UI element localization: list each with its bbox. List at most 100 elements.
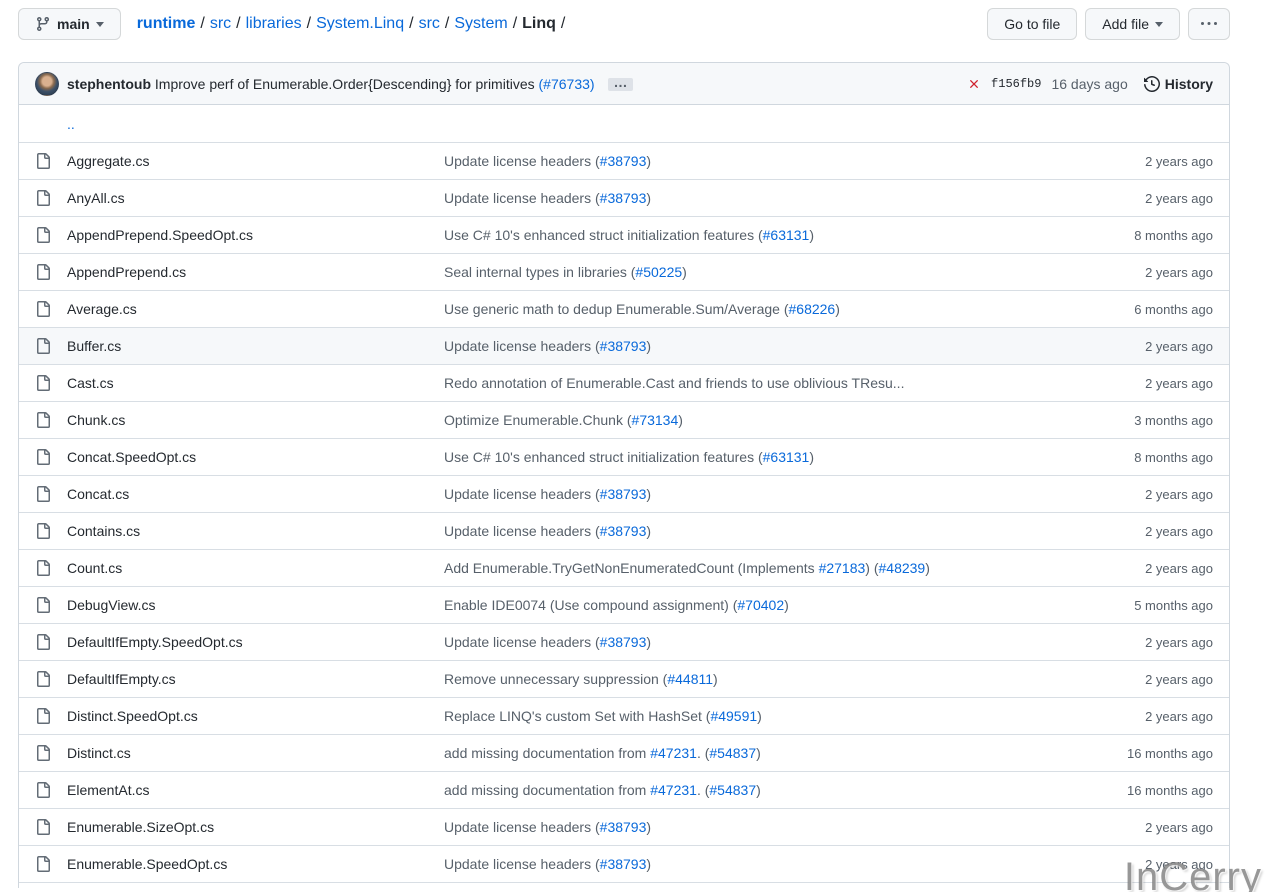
file-name-link[interactable]: Count.cs (67, 560, 428, 576)
file-name-link[interactable]: AnyAll.cs (67, 190, 428, 206)
issue-link[interactable]: #49591 (710, 708, 757, 724)
issue-link[interactable]: #38793 (600, 486, 647, 502)
issue-link[interactable]: #63131 (763, 449, 810, 465)
file-name-link[interactable]: Buffer.cs (67, 338, 428, 354)
file-name-link[interactable]: Average.cs (67, 301, 428, 317)
file-name-link[interactable]: Cast.cs (67, 375, 428, 391)
issue-link[interactable]: #27183 (819, 560, 866, 576)
file-name-link[interactable]: Contains.cs (67, 523, 428, 539)
file-name-link[interactable]: Distinct.cs (67, 745, 428, 761)
message-text: ) (835, 301, 840, 317)
go-to-file-button[interactable]: Go to file (987, 8, 1077, 40)
commit-message: Enable IDE0074 (Use compound assignment)… (444, 597, 1057, 613)
table-row-parent: .. (19, 105, 1229, 142)
issue-link[interactable]: #73134 (632, 412, 679, 428)
commit-author-link[interactable]: stephentoub (67, 76, 151, 92)
issue-link[interactable]: #44811 (667, 671, 713, 687)
commit-message-link[interactable]: Improve perf of Enumerable.Order{Descend… (155, 76, 535, 92)
issue-link[interactable]: #38793 (600, 338, 647, 354)
issue-link[interactable]: #38793 (600, 523, 647, 539)
commit-date: 2 years ago (1073, 154, 1213, 169)
history-button[interactable]: History (1144, 76, 1213, 92)
parent-directory-link[interactable]: .. (67, 116, 428, 132)
commit-date: 5 months ago (1073, 598, 1213, 613)
file-icon (35, 227, 51, 243)
message-text: ) (646, 153, 651, 169)
branch-selector-button[interactable]: main (18, 8, 121, 40)
issue-link[interactable]: #47231 (650, 745, 697, 761)
breadcrumb-separator: / (561, 15, 565, 32)
file-name-link[interactable]: Concat.SpeedOpt.cs (67, 449, 428, 465)
issue-link[interactable]: #47231 (650, 782, 697, 798)
more-options-button[interactable] (1188, 8, 1230, 40)
commit-message: Update license headers (#38793) (444, 856, 1057, 872)
file-icon (35, 190, 51, 206)
breadcrumb-segment[interactable]: runtime (137, 15, 196, 32)
file-browser-box: stephentoub Improve perf of Enumerable.O… (18, 62, 1230, 888)
commit-message: Use C# 10's enhanced struct initializati… (444, 449, 1057, 465)
table-row: ElementAt.cs add missing documentation f… (19, 771, 1229, 808)
issue-link[interactable]: #70402 (737, 597, 784, 613)
commit-date: 3 months ago (1073, 413, 1213, 428)
file-icon (35, 412, 51, 428)
file-name-link[interactable]: ElementAt.cs (67, 782, 428, 798)
file-name-link[interactable]: Enumerable.SpeedOpt.cs (67, 856, 428, 872)
issue-link[interactable]: #48239 (879, 560, 926, 576)
breadcrumb-separator: / (200, 15, 204, 32)
file-name-link[interactable]: DefaultIfEmpty.cs (67, 671, 428, 687)
breadcrumb-segment[interactable]: libraries (246, 15, 302, 32)
file-name-link[interactable]: Concat.cs (67, 486, 428, 502)
file-icon (35, 782, 51, 798)
breadcrumb-segment[interactable]: System (454, 15, 507, 32)
message-text: ) (784, 597, 789, 613)
breadcrumb-segment[interactable]: src (419, 15, 440, 32)
message-text: Update license headers ( (444, 856, 600, 872)
file-name-link[interactable]: AppendPrepend.cs (67, 264, 428, 280)
message-text: Redo annotation of Enumerable.Cast and f… (444, 375, 904, 391)
issue-link[interactable]: #68226 (789, 301, 836, 317)
breadcrumb-segment[interactable]: System.Linq (316, 15, 404, 32)
file-icon (35, 523, 51, 539)
table-row: Concat.cs Update license headers (#38793… (19, 475, 1229, 512)
commit-date: 2 years ago (1073, 561, 1213, 576)
commit-expander-button[interactable]: … (608, 78, 633, 91)
file-name-link[interactable]: Enumerable.SizeOpt.cs (67, 819, 428, 835)
issue-link[interactable]: #38793 (600, 856, 647, 872)
commit-date: 2 years ago (1073, 709, 1213, 724)
table-row: Chunk.cs Optimize Enumerable.Chunk (#731… (19, 401, 1229, 438)
avatar[interactable] (35, 72, 59, 96)
commit-message: Optimize Enumerable.Chunk (#73134) (444, 412, 1057, 428)
file-icon (35, 671, 51, 687)
issue-link[interactable]: #38793 (600, 190, 647, 206)
issue-link[interactable]: #38793 (600, 153, 647, 169)
commit-date: 2 years ago (1073, 635, 1213, 650)
commit-sha-link[interactable]: f156fb9 (991, 77, 1041, 91)
commit-pr-link[interactable]: (#76733) (539, 76, 595, 92)
status-failed-x-icon[interactable] (967, 77, 981, 91)
commit-date: 2 years ago (1073, 339, 1213, 354)
message-text: ) (646, 523, 651, 539)
file-name-link[interactable]: DefaultIfEmpty.SpeedOpt.cs (67, 634, 428, 650)
commit-date: 6 months ago (1073, 302, 1213, 317)
add-file-button[interactable]: Add file (1085, 8, 1180, 40)
file-name-link[interactable]: Aggregate.cs (67, 153, 428, 169)
breadcrumb-segment[interactable]: src (210, 15, 231, 32)
issue-link[interactable]: #50225 (635, 264, 682, 280)
file-name-link[interactable]: AppendPrepend.SpeedOpt.cs (67, 227, 428, 243)
issue-link[interactable]: #38793 (600, 819, 647, 835)
table-row: Average.cs Use generic math to dedup Enu… (19, 290, 1229, 327)
commit-date: 2 years ago (1073, 820, 1213, 835)
file-name-link[interactable]: DebugView.cs (67, 597, 428, 613)
file-name-link[interactable]: Chunk.cs (67, 412, 428, 428)
breadcrumb: runtime/src/libraries/System.Linq/src/Sy… (137, 15, 988, 33)
issue-link[interactable]: #38793 (600, 634, 647, 650)
file-icon (35, 560, 51, 576)
file-icon (35, 338, 51, 354)
issue-link[interactable]: #63131 (763, 227, 810, 243)
issue-link[interactable]: #54837 (709, 782, 756, 798)
file-name-link[interactable]: Distinct.SpeedOpt.cs (67, 708, 428, 724)
message-text: Remove unnecessary suppression ( (444, 671, 667, 687)
issue-link[interactable]: #54837 (709, 745, 756, 761)
message-text: ) (646, 190, 651, 206)
message-text: . ( (697, 745, 709, 761)
